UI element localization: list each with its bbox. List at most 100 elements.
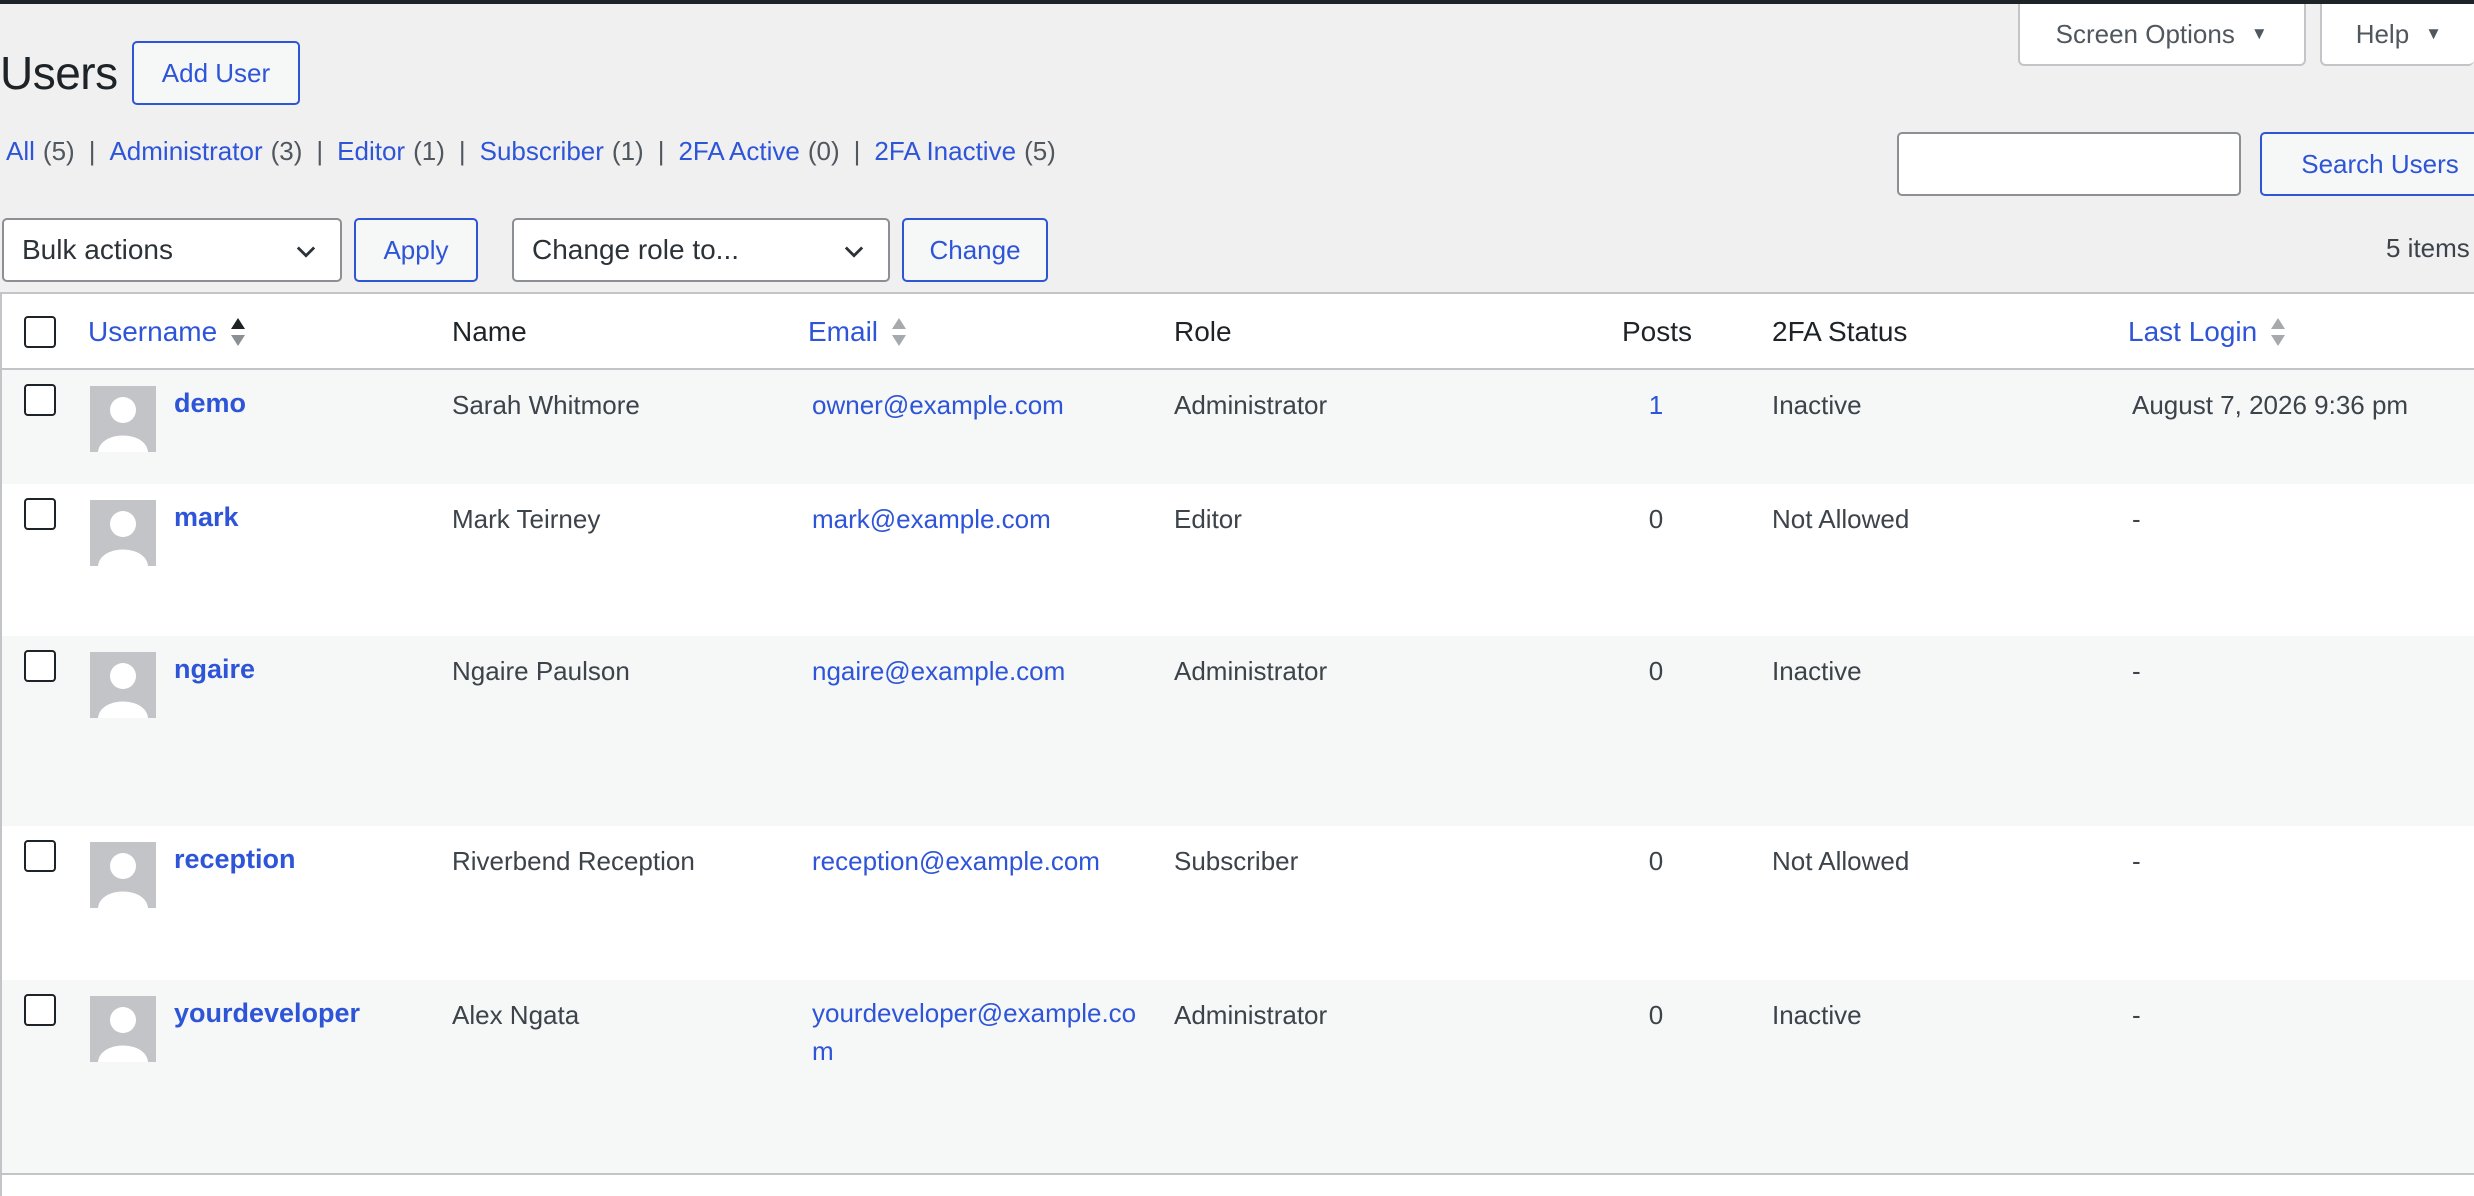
row-checkbox[interactable]: [24, 840, 56, 872]
row-checkbox[interactable]: [24, 650, 56, 682]
username-link[interactable]: reception: [174, 844, 296, 875]
sort-ascending-icon: [231, 318, 246, 346]
help-label: Help: [2355, 18, 2410, 49]
table-row: ngaire Ngaire Paulson ngaire@example.com…: [2, 636, 2474, 826]
avatar: [90, 500, 156, 566]
filter-editor-count: (1): [413, 136, 445, 166]
avatar: [90, 842, 156, 908]
user-role: Editor: [1174, 504, 1242, 534]
apply-button[interactable]: Apply: [354, 218, 478, 282]
avatar: [90, 996, 156, 1062]
avatar: [90, 652, 156, 718]
table-footer: [2, 1173, 2474, 1196]
user-email-link[interactable]: owner@example.com: [812, 390, 1064, 421]
add-user-button[interactable]: Add User: [132, 41, 300, 105]
filter-all-label[interactable]: All: [6, 136, 35, 166]
username-link[interactable]: yourdeveloper: [174, 998, 360, 1029]
filter-2fa-inactive-label[interactable]: 2FA Inactive: [874, 136, 1016, 166]
bulk-actions-select[interactable]: Bulk actions: [2, 218, 342, 282]
user-name: Ngaire Paulson: [452, 656, 630, 686]
column-username-label: Username: [88, 316, 218, 347]
sort-icon: [2271, 318, 2286, 346]
user-posts-link[interactable]: 1: [1616, 390, 1696, 421]
row-checkbox[interactable]: [24, 994, 56, 1026]
column-name: Name: [452, 316, 527, 347]
table-row: yourdeveloper Alex Ngata yourdeveloper@e…: [2, 980, 2474, 1173]
filter-2fa-active-count: (0): [807, 136, 840, 166]
filter-separator: |: [853, 136, 861, 166]
filter-2fa-active-label[interactable]: 2FA Active: [678, 136, 799, 166]
filter-2fa-inactive-count: (5): [1024, 136, 1056, 166]
user-posts: 0: [1648, 1000, 1664, 1030]
bulk-actions-value: Bulk actions: [22, 234, 173, 265]
filter-subscriber[interactable]: Subscriber (1): [480, 136, 644, 167]
user-2fa-status: Not Allowed: [1772, 846, 1910, 876]
user-posts: 0: [1648, 504, 1664, 534]
filter-administrator-label[interactable]: Administrator: [109, 136, 262, 166]
sort-icon: [892, 318, 907, 346]
table-row: mark Mark Teirney mark@example.com Edito…: [2, 484, 2474, 636]
screen-options-button[interactable]: Screen Options ▼: [2017, 4, 2306, 66]
user-role: Subscriber: [1174, 846, 1299, 876]
column-2fa-status: 2FA Status: [1772, 316, 1908, 347]
user-role: Administrator: [1174, 1000, 1328, 1030]
search-users-button[interactable]: Search Users: [2260, 132, 2474, 196]
filter-all[interactable]: All (5): [6, 136, 75, 167]
filter-separator: |: [316, 136, 324, 166]
filter-editor-label[interactable]: Editor: [337, 136, 405, 166]
change-role-value: Change role to...: [532, 234, 740, 265]
user-email-link[interactable]: yourdeveloper@example.com: [812, 994, 1142, 1070]
user-name: Mark Teirney: [452, 504, 601, 534]
filter-editor[interactable]: Editor (1): [337, 136, 445, 167]
user-email-link[interactable]: reception@example.com: [812, 846, 1100, 877]
user-email-link[interactable]: ngaire@example.com: [812, 656, 1065, 687]
filter-all-count: (5): [42, 136, 75, 166]
user-name: Alex Ngata: [452, 1000, 580, 1030]
filter-2fa-active[interactable]: 2FA Active (0): [678, 136, 839, 167]
items-count: 5 items: [2386, 233, 2470, 263]
user-posts: 0: [1648, 846, 1664, 876]
column-last-login-label: Last Login: [2128, 316, 2258, 347]
column-last-login[interactable]: Last Login: [2128, 316, 2287, 348]
user-name: Sarah Whitmore: [452, 390, 640, 420]
filter-subscriber-label[interactable]: Subscriber: [480, 136, 604, 166]
filter-subscriber-count: (1): [611, 136, 644, 166]
change-role-select[interactable]: Change role to...: [512, 218, 890, 282]
user-2fa-status: Not Allowed: [1772, 504, 1910, 534]
user-last-login: -: [2132, 1000, 2141, 1030]
column-role: Role: [1174, 316, 1232, 347]
user-2fa-status: Inactive: [1772, 390, 1862, 420]
row-checkbox[interactable]: [24, 498, 56, 530]
username-link[interactable]: demo: [174, 388, 246, 419]
username-link[interactable]: mark: [174, 502, 239, 533]
column-email-label: Email: [808, 316, 879, 347]
table-row: demo Sarah Whitmore owner@example.com Ad…: [2, 370, 2474, 484]
filter-separator: |: [657, 136, 665, 166]
filter-administrator[interactable]: Administrator (3): [109, 136, 302, 167]
username-link[interactable]: ngaire: [174, 654, 255, 685]
search-input[interactable]: [1897, 132, 2241, 196]
user-last-login: -: [2132, 504, 2141, 534]
user-last-login: -: [2132, 656, 2141, 686]
user-posts: 0: [1648, 656, 1664, 686]
column-username[interactable]: Username: [88, 316, 247, 348]
help-button[interactable]: Help ▼: [2319, 4, 2474, 66]
user-2fa-status: Inactive: [1772, 1000, 1862, 1030]
screen-meta-links: Screen Options ▼ Help ▼: [2017, 4, 2474, 66]
select-all-checkbox[interactable]: [24, 316, 56, 348]
page-title: Users: [0, 47, 118, 99]
user-email-link[interactable]: mark@example.com: [812, 504, 1051, 535]
column-email[interactable]: Email: [808, 316, 908, 348]
chevron-down-icon: [844, 246, 864, 258]
screen-options-label: Screen Options: [2055, 18, 2235, 49]
triangle-down-icon: ▼: [2425, 24, 2442, 43]
table-header: Username Name Email Role Posts 2FA Statu…: [2, 294, 2474, 370]
user-role: Administrator: [1174, 390, 1328, 420]
row-checkbox[interactable]: [24, 384, 56, 416]
filter-2fa-inactive[interactable]: 2FA Inactive (5): [874, 136, 1055, 167]
filter-administrator-count: (3): [270, 136, 303, 166]
triangle-down-icon: ▼: [2250, 24, 2268, 43]
user-name: Riverbend Reception: [452, 846, 695, 876]
chevron-down-icon: [296, 246, 316, 258]
change-role-button[interactable]: Change: [902, 218, 1048, 282]
